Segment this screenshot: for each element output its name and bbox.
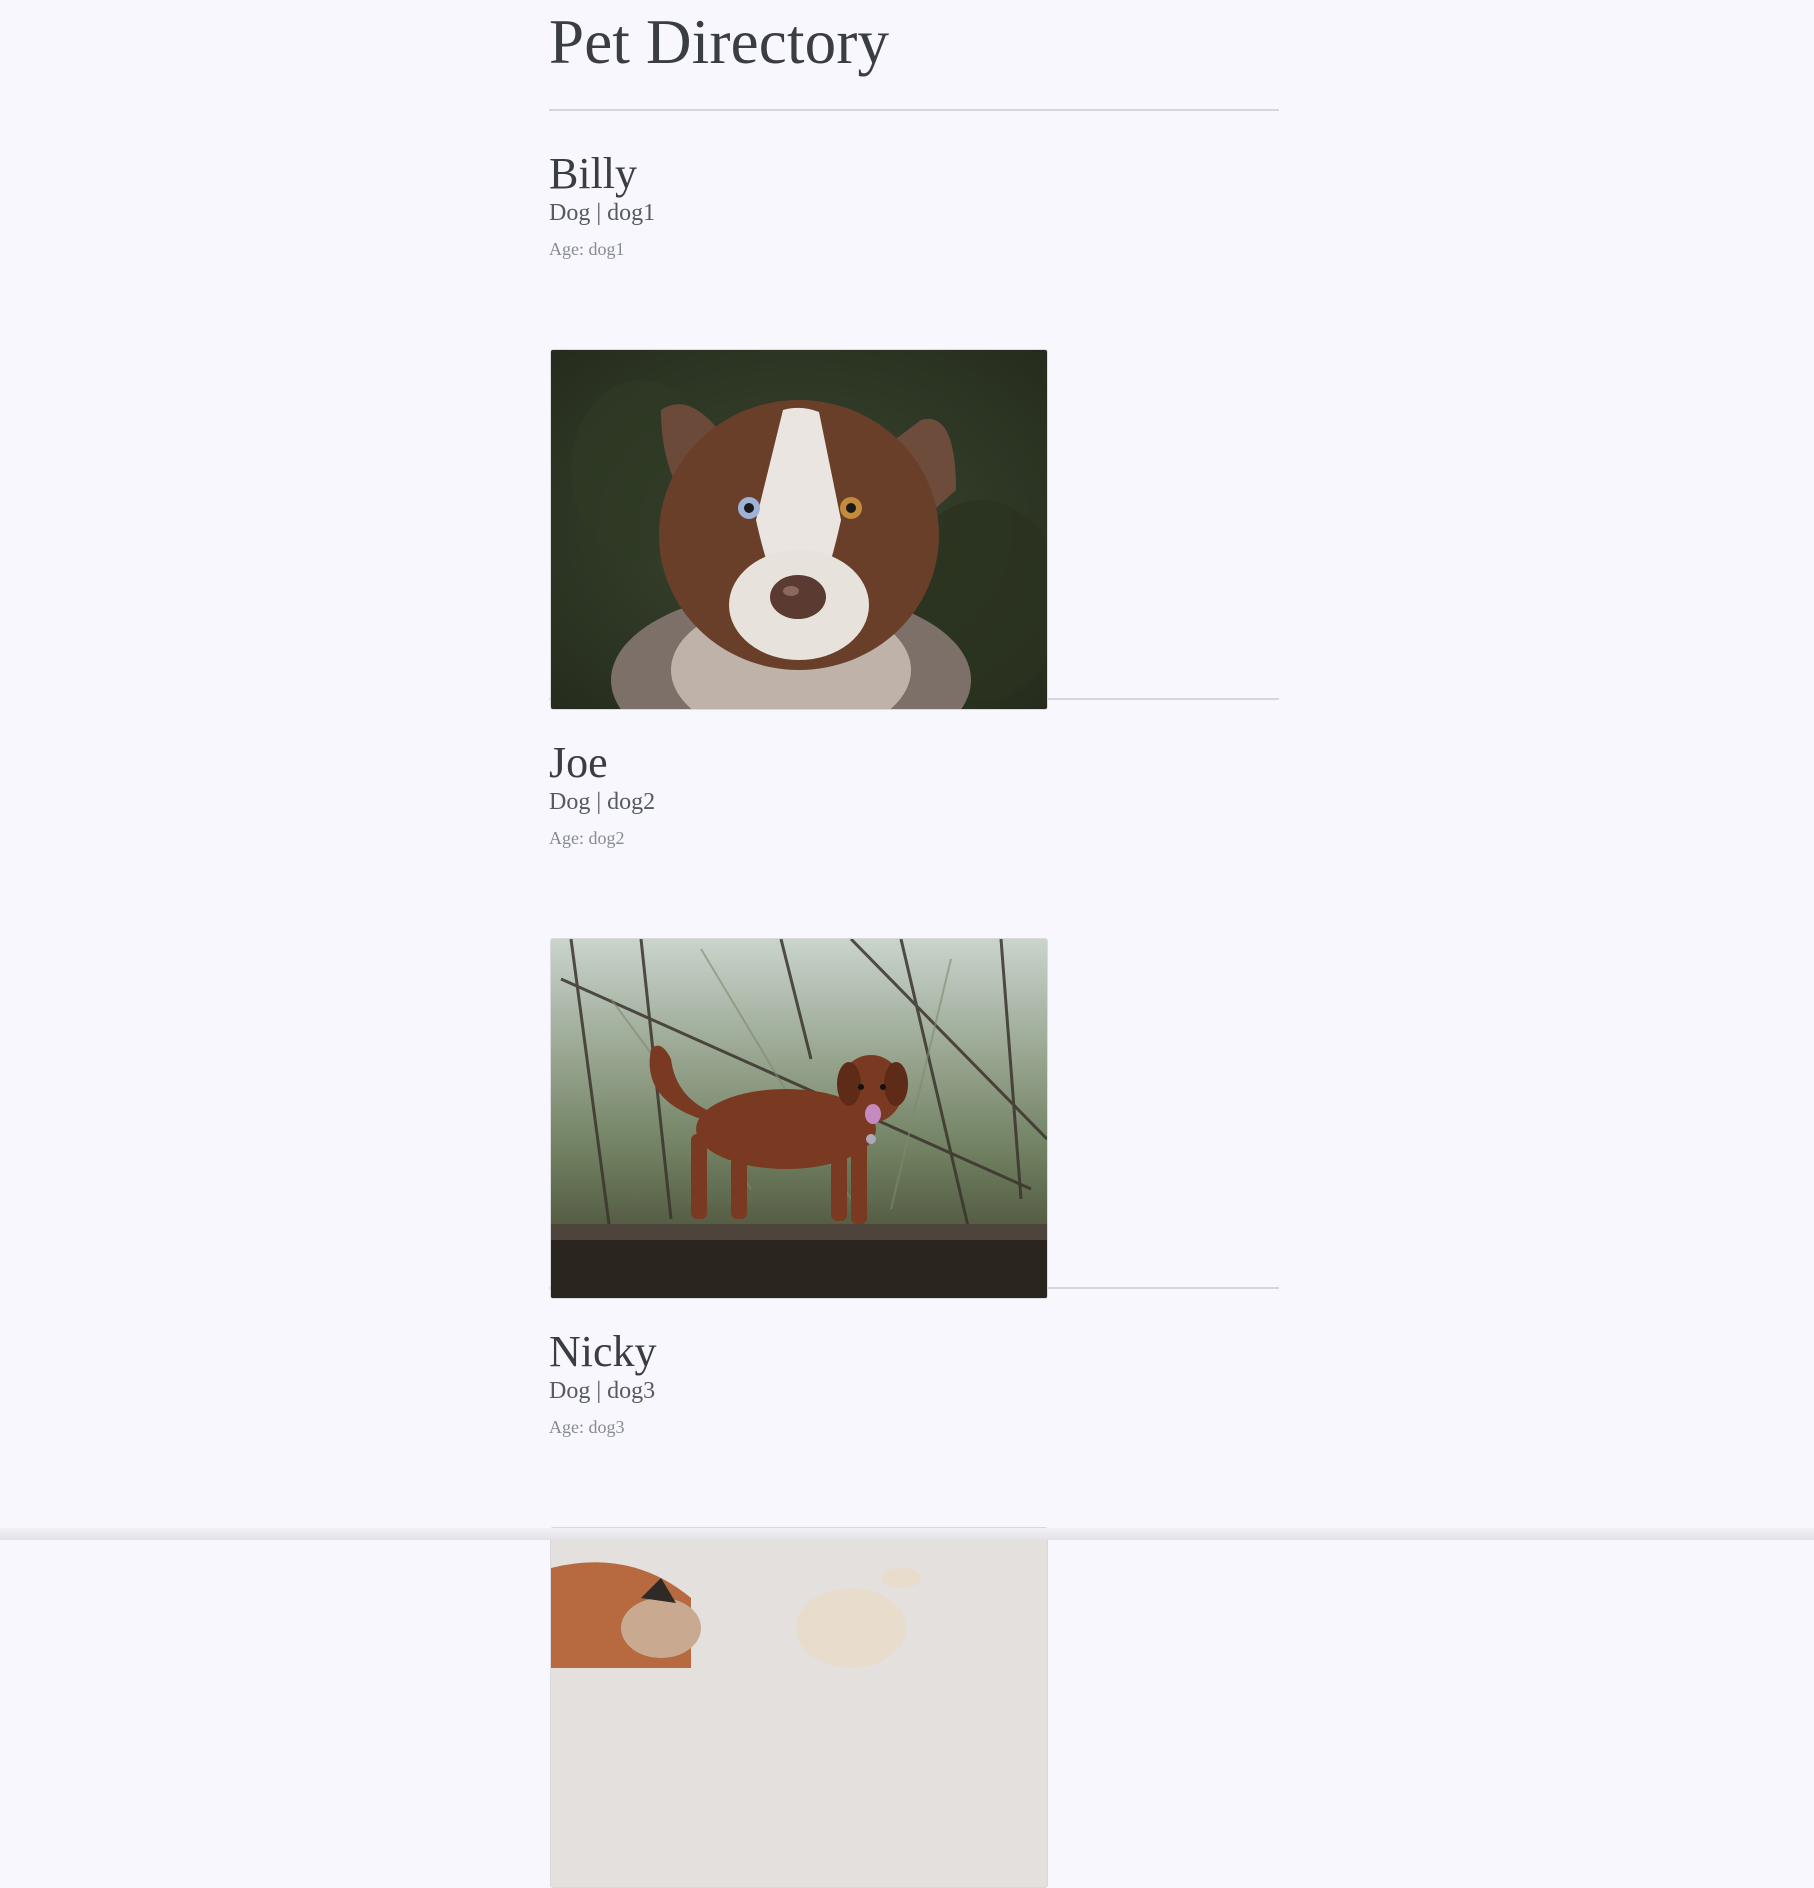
pet-age: Age: dog1 — [549, 239, 625, 259]
pet-species-id: Dog | dog1 — [549, 200, 656, 226]
dog-on-log-photo — [550, 938, 1048, 1299]
pet-directory-page: Pet Directory Billy Dog | dog1 Age: dog1 — [549, 0, 1279, 1888]
pugs-lying-photo — [550, 1527, 1048, 1888]
pet-name: Billy — [549, 149, 638, 198]
pet-card-billy: Billy Dog | dog1 Age: dog1 — [549, 111, 1279, 710]
pet-species-id: Dog | dog2 — [549, 789, 656, 815]
dog-portrait-photo — [550, 349, 1048, 710]
pet-card-nicky: Nicky Dog | dog3 Age: dog3 — [549, 1289, 1279, 1888]
scroll-edge-shadow — [0, 1528, 1814, 1540]
pet-species-id: Dog | dog3 — [549, 1378, 656, 1404]
pet-card-joe: Joe Dog | dog2 Age: dog2 — [549, 700, 1279, 1299]
pet-name: Nicky — [549, 1327, 657, 1376]
page-title: Pet Directory — [549, 7, 890, 77]
pet-age: Age: dog3 — [549, 1417, 625, 1437]
pet-name: Joe — [549, 738, 608, 787]
pet-age: Age: dog2 — [549, 828, 625, 848]
